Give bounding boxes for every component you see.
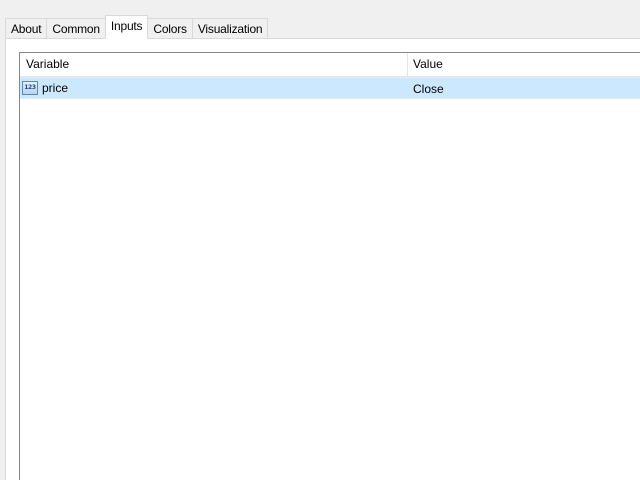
tab-visualization[interactable]: Visualization bbox=[192, 18, 269, 39]
tab-colors[interactable]: Colors bbox=[148, 18, 193, 39]
inputs-list[interactable]: Variable Value 123 price Close bbox=[19, 52, 640, 480]
tab-common[interactable]: Common bbox=[47, 18, 106, 39]
value-cell[interactable]: Close bbox=[408, 78, 640, 98]
tab-strip: About Common Inputs Colors Visualization bbox=[5, 15, 269, 39]
indicator-properties-dialog: About Common Inputs Colors Visualization… bbox=[0, 0, 640, 480]
tab-about[interactable]: About bbox=[5, 18, 48, 39]
tab-inputs[interactable]: Inputs bbox=[104, 15, 149, 39]
column-header-value[interactable]: Value bbox=[408, 53, 640, 76]
variable-cell: 123 price bbox=[20, 78, 408, 98]
list-header: Variable Value bbox=[20, 53, 640, 77]
column-header-variable[interactable]: Variable bbox=[20, 53, 408, 76]
integer-type-icon: 123 bbox=[22, 81, 38, 95]
input-row-price[interactable]: 123 price Close bbox=[20, 77, 640, 99]
variable-name: price bbox=[42, 81, 69, 95]
inputs-tab-panel: Variable Value 123 price Close bbox=[5, 38, 640, 480]
